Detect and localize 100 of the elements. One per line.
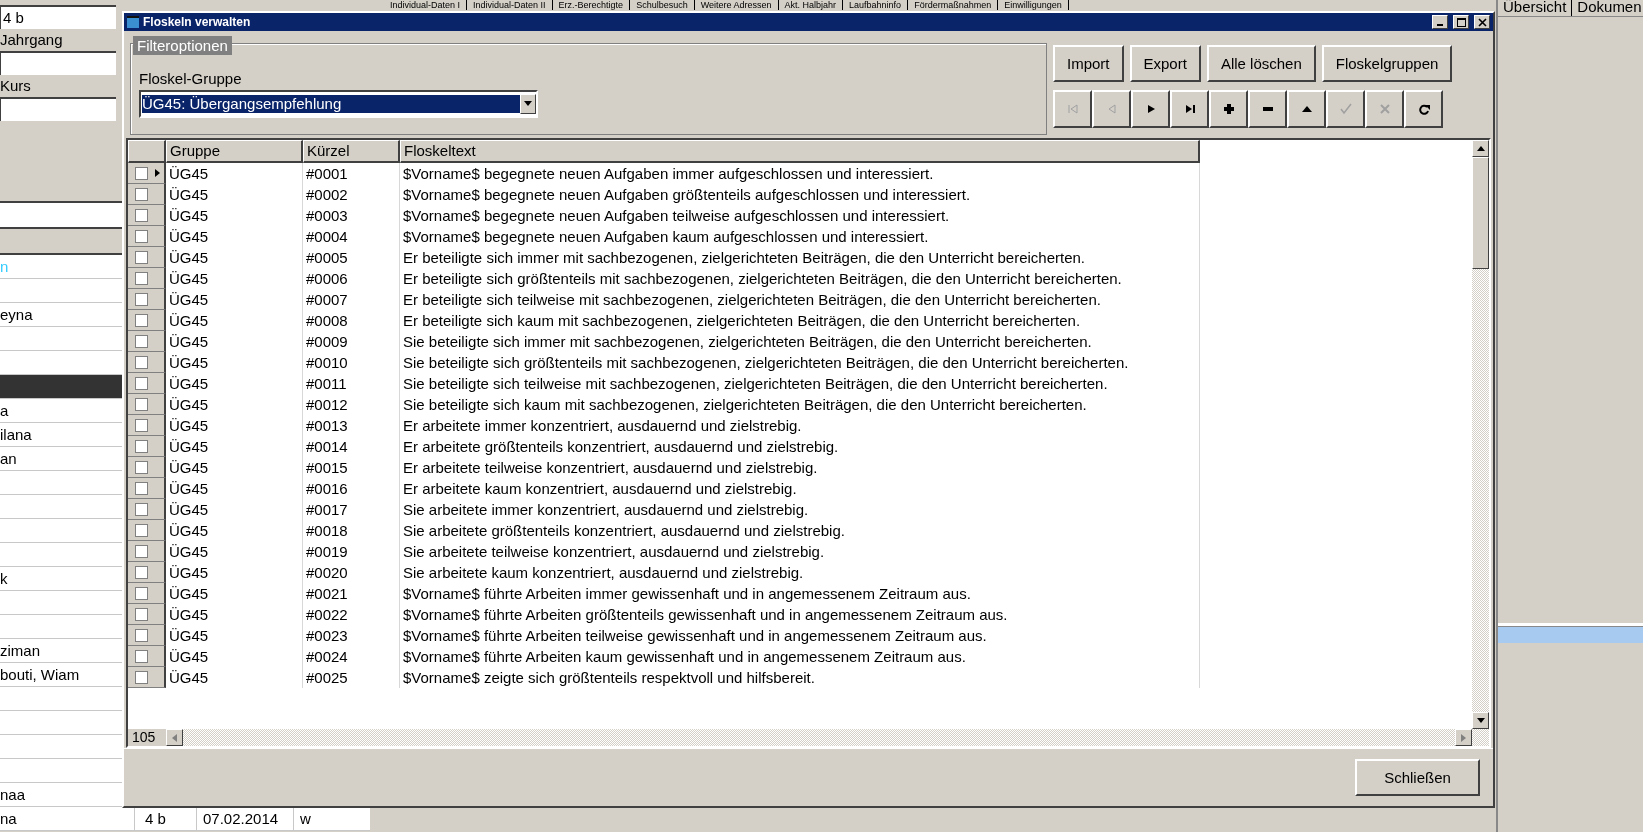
navigator-button[interactable]: [1209, 90, 1248, 128]
row-checkbox[interactable]: [135, 544, 148, 558]
row-checkbox[interactable]: [135, 565, 148, 579]
maximize-icon: [1456, 17, 1466, 27]
row-indicator[interactable]: [128, 331, 166, 352]
row-checkbox[interactable]: [135, 502, 148, 516]
minimize-button[interactable]: [1432, 15, 1448, 29]
row-checkbox[interactable]: [135, 313, 148, 327]
table-cell: ÜG45: [166, 373, 303, 394]
column-header[interactable]: Kürzel: [303, 140, 400, 163]
row-indicator[interactable]: [128, 163, 166, 184]
row-indicator[interactable]: [128, 625, 166, 646]
row-indicator[interactable]: [128, 499, 166, 520]
tab[interactable]: Einwilligungen: [998, 0, 1069, 10]
row-checkbox[interactable]: [135, 187, 148, 201]
row-checkbox[interactable]: [135, 271, 148, 285]
row-checkbox[interactable]: [135, 670, 148, 684]
row-checkbox[interactable]: [135, 376, 148, 390]
text-field[interactable]: [0, 51, 116, 75]
list-row[interactable]: na 4 b 07.02.2014 w: [0, 807, 370, 831]
row-indicator[interactable]: [128, 646, 166, 667]
table-cell: ÜG45: [166, 184, 303, 205]
row-indicator[interactable]: [128, 226, 166, 247]
row-checkbox[interactable]: [135, 607, 148, 621]
row-indicator[interactable]: [128, 415, 166, 436]
text-field[interactable]: 4 b: [0, 5, 116, 29]
tab[interactable]: Laufbahninfo: [843, 0, 909, 10]
row-indicator[interactable]: [128, 667, 166, 688]
row-indicator[interactable]: [128, 583, 166, 604]
row-indicator[interactable]: [128, 604, 166, 625]
row-indicator[interactable]: [128, 520, 166, 541]
window-icon: [127, 16, 139, 28]
row-indicator[interactable]: [128, 478, 166, 499]
close-dialog-button[interactable]: Schließen: [1355, 759, 1480, 796]
record-count: 105: [128, 729, 166, 746]
name-cell-text: bouti, Wiam: [0, 665, 81, 685]
navigator-button[interactable]: [1170, 90, 1209, 128]
row-checkbox[interactable]: [135, 439, 148, 453]
row-indicator[interactable]: [128, 268, 166, 289]
tab[interactable]: Individual-Daten II: [467, 0, 553, 10]
row-checkbox[interactable]: [135, 355, 148, 369]
row-indicator[interactable]: [128, 541, 166, 562]
field-label: Floskel-Gruppe: [139, 70, 243, 87]
navigator-button[interactable]: [1287, 90, 1326, 128]
column-header[interactable]: Floskeltext: [400, 140, 1200, 163]
tab[interactable]: Erz.-Berechtigte: [552, 0, 631, 10]
row-indicator[interactable]: [128, 310, 166, 331]
table-cell: ÜG45: [166, 289, 303, 310]
row-indicator[interactable]: [128, 352, 166, 373]
close-button[interactable]: [1474, 15, 1490, 29]
row-checkbox[interactable]: [135, 460, 148, 474]
row-checkbox[interactable]: [135, 649, 148, 663]
tab[interactable]: Übersicht: [1498, 0, 1573, 16]
action-button[interactable]: Alle löschen: [1206, 45, 1316, 82]
group-dropdown[interactable]: ÜG45: Übergangsempfehlung: [139, 90, 538, 118]
row-indicator[interactable]: [128, 247, 166, 268]
maximize-button[interactable]: [1453, 15, 1469, 29]
row-checkbox[interactable]: [135, 229, 148, 243]
row-checkbox[interactable]: [135, 628, 148, 642]
tab[interactable]: Dokumen: [1572, 0, 1643, 16]
row-checkbox[interactable]: [135, 523, 148, 537]
tab[interactable]: Akt. Halbjahr: [778, 0, 844, 10]
action-button[interactable]: Floskelgruppen: [1321, 45, 1453, 82]
navigator-button[interactable]: [1404, 90, 1443, 128]
table-cell: Sie beteiligte sich kaum mit sachbezogenen, zielgerichteten Beiträgen, die den Unterricht bereicherten.: [400, 394, 1200, 415]
row-checkbox[interactable]: [135, 250, 148, 264]
table-cell: ÜG45: [166, 163, 303, 184]
text-field[interactable]: [0, 97, 116, 121]
row-indicator[interactable]: [128, 205, 166, 226]
row-indicator[interactable]: [128, 562, 166, 583]
row-checkbox[interactable]: [135, 481, 148, 495]
tab[interactable]: Individual-Daten I: [384, 0, 468, 10]
vertical-scrollbar[interactable]: [1472, 140, 1489, 729]
tab[interactable]: Fördermaßnahmen: [908, 0, 999, 10]
row-checkbox[interactable]: [135, 334, 148, 348]
row-indicator[interactable]: [128, 436, 166, 457]
navigator-button[interactable]: [1248, 90, 1287, 128]
row-indicator[interactable]: [128, 184, 166, 205]
table-cell: ÜG45: [166, 415, 303, 436]
table-cell: $Vorname$ begegnete neuen Aufgaben teilweise aufgeschlossen und interessiert.: [400, 205, 1200, 226]
action-button[interactable]: Export: [1129, 45, 1201, 82]
row-checkbox[interactable]: [135, 418, 148, 432]
row-indicator[interactable]: [128, 289, 166, 310]
row-indicator[interactable]: [128, 457, 166, 478]
row-indicator[interactable]: [128, 373, 166, 394]
table-cell: #0020: [303, 562, 400, 583]
row-indicator[interactable]: [128, 394, 166, 415]
column-header[interactable]: Gruppe: [166, 140, 303, 163]
navigator-button[interactable]: [1131, 90, 1170, 128]
row-checkbox[interactable]: [135, 292, 148, 306]
table-cell: $Vorname$ führte Arbeiten kaum gewissenhaft und in angemessenem Zeitraum aus.: [400, 646, 1200, 667]
action-button[interactable]: Import: [1053, 45, 1124, 82]
row-checkbox[interactable]: [135, 208, 148, 222]
tab[interactable]: Schulbesuch: [630, 0, 695, 10]
scroll-thumb[interactable]: [1472, 157, 1489, 269]
horizontal-scrollbar[interactable]: 105: [128, 729, 1489, 746]
row-checkbox[interactable]: [135, 166, 148, 180]
row-checkbox[interactable]: [135, 397, 148, 411]
row-checkbox[interactable]: [135, 586, 148, 600]
tab[interactable]: Weitere Adressen: [694, 0, 779, 10]
